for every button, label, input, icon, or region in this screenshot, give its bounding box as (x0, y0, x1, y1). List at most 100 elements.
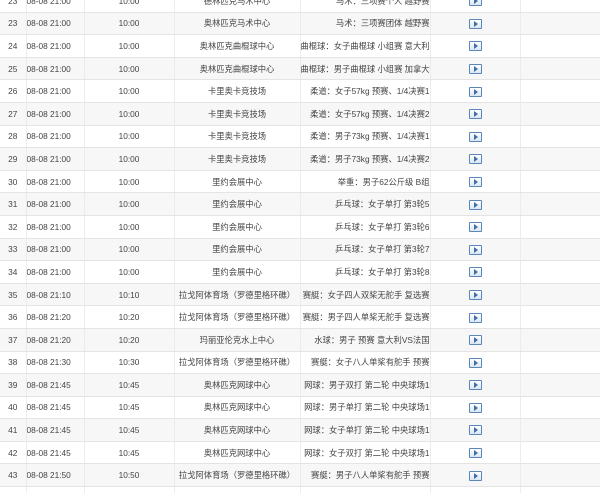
table-row: 35 08-08 21:10 10:10 拉戈阿体育场（罗德里格环礁） 赛艇：女子四人双… (0, 283, 600, 307)
row-date-time: 08-08 21:00 (26, 215, 85, 239)
row-event: 网球：男子双打 第二轮 中央球场1 (300, 373, 431, 397)
row-date-time: 08-08 21:00 (26, 57, 85, 81)
tv-play-icon[interactable] (468, 312, 482, 323)
row-event: 沙滩排球：沙滩排球 预赛26 (300, 486, 431, 493)
row-number: 44 (0, 486, 27, 493)
tv-play-icon[interactable] (468, 0, 482, 7)
row-extra-cell (520, 215, 600, 239)
row-local-time: 10:00 (84, 170, 175, 194)
tv-play-icon[interactable] (468, 154, 482, 165)
tv-play-icon[interactable] (468, 380, 482, 391)
tv-play-icon[interactable] (468, 86, 482, 97)
row-event: 乒乓球：女子单打 第3轮7 (300, 238, 431, 262)
tv-play-icon[interactable] (468, 267, 482, 278)
tv-play-icon[interactable] (468, 41, 482, 52)
row-number: 26 (0, 79, 27, 103)
table-row: 24 08-08 21:00 10:00 奥林匹克曲棍球中心 曲棍球：女子曲棍球 小组赛… (0, 34, 600, 58)
row-date-time: 08-08 21:45 (26, 373, 85, 397)
row-venue: 卡里奥卡竞技场 (174, 147, 301, 171)
row-watch-cell (430, 305, 521, 329)
row-watch-cell (430, 238, 521, 262)
tv-play-icon[interactable] (468, 448, 482, 459)
row-number: 36 (0, 305, 27, 329)
row-venue: 卡里奥卡竞技场 (174, 125, 301, 149)
row-extra-cell (520, 260, 600, 284)
row-date-time: 08-08 21:45 (26, 441, 85, 465)
row-date-time: 08-08 21:00 (26, 170, 85, 194)
row-venue: 里约会展中心 (174, 215, 301, 239)
row-venue: 拉戈阿体育场（罗德里格环礁） (174, 463, 301, 488)
tv-play-icon[interactable] (468, 109, 482, 120)
row-number: 40 (0, 396, 27, 420)
tv-play-icon[interactable] (468, 176, 482, 187)
row-extra-cell (520, 0, 600, 13)
row-local-time: 10:50 (84, 463, 175, 488)
tv-play-icon[interactable] (468, 289, 482, 300)
row-watch-cell (430, 418, 521, 442)
table-row: 29 08-08 21:00 10:00 卡里奥卡竞技场 柔道：男子73kg 预赛、1/… (0, 147, 600, 171)
tv-play-icon[interactable] (468, 199, 482, 210)
row-local-time: 10:20 (84, 305, 175, 329)
tv-play-icon[interactable] (468, 425, 482, 436)
row-venue: 奥林匹克曲棍球中心 (174, 57, 301, 81)
row-event: 柔道：女子57kg 预赛、1/4决赛2 (300, 102, 431, 126)
row-date-time: 08-08 21:45 (26, 418, 85, 442)
row-venue: 里约会展中心 (174, 260, 301, 284)
table-row: 40 08-08 21:45 10:45 奥林匹克网球中心 网球：男子单打 第二轮 中央… (0, 396, 600, 420)
table-row: 23 08-08 21:00 10:00 奥林匹克马术中心 马术：三项赛团体 越野赛 (0, 12, 600, 36)
table-row: 27 08-08 21:00 10:00 卡里奥卡竞技场 柔道：女子57kg 预赛、1/… (0, 102, 600, 126)
table-row: 36 08-08 21:20 10:20 拉戈阿体育场（罗德里格环礁） 赛艇：男子四人单… (0, 305, 600, 329)
tv-play-icon[interactable] (468, 63, 482, 74)
row-local-time: 10:00 (84, 0, 175, 13)
row-number: 35 (0, 283, 27, 307)
row-extra-cell (520, 396, 600, 420)
row-extra-cell (520, 238, 600, 262)
row-watch-cell (430, 260, 521, 284)
row-extra-cell (520, 441, 600, 465)
row-number: 43 (0, 463, 27, 488)
row-local-time: 10:00 (84, 12, 175, 36)
table-row: 43 08-08 21:50 10:50 拉戈阿体育场（罗德里格环礁） 赛艇：男子八人单… (0, 463, 600, 488)
tv-play-icon[interactable] (468, 131, 482, 142)
schedule-page: 23 08-08 21:00 10:00 德林匹克马术中心 马术：三项赛个人 越野赛 23… (0, 0, 600, 493)
tv-play-icon[interactable] (468, 402, 482, 413)
row-local-time: 10:00 (84, 79, 175, 103)
row-venue: 德林匹克马术中心 (174, 0, 301, 13)
row-number: 25 (0, 57, 27, 81)
table-row: 30 08-08 21:00 10:00 里约会展中心 举重：男子62公斤级 B组 (0, 170, 600, 194)
row-venue: 卡里奥卡竞技场 (174, 79, 301, 103)
table-row: 34 08-08 21:00 10:00 里约会展中心 乒乓球：女子单打 第3轮8 (0, 260, 600, 284)
row-event: 柔道：女子57kg 预赛、1/4决赛1 (300, 79, 431, 103)
row-venue: 拉戈阿体育场（罗德里格环礁） (174, 305, 301, 329)
tv-play-icon[interactable] (468, 335, 482, 346)
tv-play-icon[interactable] (468, 470, 482, 481)
tv-play-icon[interactable] (468, 18, 482, 29)
row-event: 网球：男子单打 第二轮 中央球场1 (300, 396, 431, 420)
table-row: 33 08-08 21:00 10:00 里约会展中心 乒乓球：女子单打 第3轮7 (0, 238, 600, 262)
row-watch-cell (430, 328, 521, 352)
row-number: 31 (0, 192, 27, 216)
row-date-time: 08-08 21:00 (26, 102, 85, 126)
tv-play-icon[interactable] (468, 357, 482, 368)
table-row: 31 08-08 21:00 10:00 里约会展中心 乒乓球：女子单打 第3轮5 (0, 192, 600, 216)
row-extra-cell (520, 102, 600, 126)
row-watch-cell (430, 170, 521, 194)
row-extra-cell (520, 34, 600, 58)
row-extra-cell (520, 12, 600, 36)
row-watch-cell (430, 102, 521, 126)
row-venue: 奥林匹克网球中心 (174, 441, 301, 465)
table-row: 23 08-08 21:00 10:00 德林匹克马术中心 马术：三项赛个人 越野赛 (0, 0, 600, 13)
row-venue: 里约会展中心 (174, 170, 301, 194)
row-number: 23 (0, 0, 27, 13)
tv-play-icon[interactable] (468, 222, 482, 233)
row-event: 网球：女子双打 第二轮 中央球场1 (300, 441, 431, 465)
row-event: 赛艇：女子八人单桨有舵手 预赛 (300, 351, 431, 375)
row-local-time: 11:00 (84, 486, 175, 493)
schedule-table: 23 08-08 21:00 10:00 德林匹克马术中心 马术：三项赛个人 越野赛 23… (0, 0, 600, 493)
row-watch-cell (430, 373, 521, 397)
row-date-time: 08-08 21:00 (26, 260, 85, 284)
table-row: 4408-08 22:0011:00沙滩排球场沙滩排球：沙滩排球 预赛26 (0, 486, 600, 493)
table-row: 37 08-08 21:20 10:20 玛丽亚伦克水上中心 水球：男子 预赛 意大利V… (0, 328, 600, 352)
tv-play-icon[interactable] (468, 244, 482, 255)
row-number: 28 (0, 125, 27, 149)
